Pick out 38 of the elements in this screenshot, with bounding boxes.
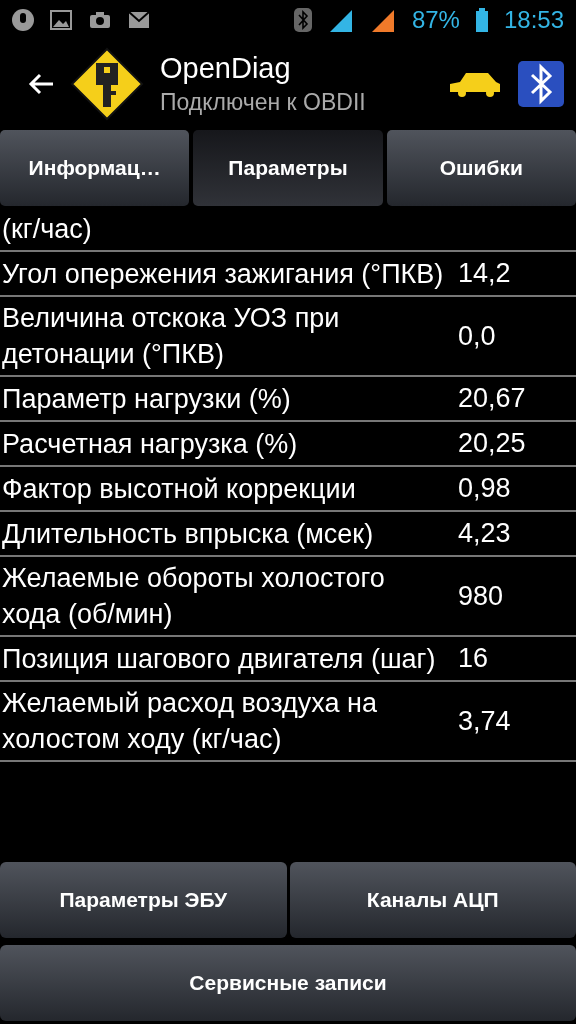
back-arrow-icon[interactable]: [28, 73, 54, 95]
adc-channels-button[interactable]: Каналы АЦП: [289, 862, 576, 938]
image-icon: [50, 10, 72, 30]
parameter-name: Величина отскока УОЗ при детонации (°ПКВ): [1, 302, 341, 371]
parameter-value: 20,67: [457, 383, 526, 414]
key-sign-icon: [70, 47, 144, 121]
bluetooth-icon[interactable]: [518, 61, 564, 107]
parameter-value: 4,23: [457, 518, 511, 549]
parameter-name: Фактор высотной коррекции: [1, 472, 357, 506]
tab[interactable]: Параметры: [193, 130, 383, 206]
app-title: OpenDiag: [160, 52, 292, 85]
parameter-value: 20,25: [457, 428, 526, 459]
tab[interactable]: Ошибки: [386, 130, 576, 206]
ecu-parameters-button[interactable]: Параметры ЭБУ: [0, 862, 287, 938]
parameter-name: Длительность впрыска (мсек): [1, 517, 375, 551]
connection-status: Подключен к OBDII: [160, 89, 367, 116]
parameter-name: Желаемые обороты холостого хода (об/мин): [1, 562, 386, 631]
parameter-value: 16: [457, 643, 489, 674]
parameter-name: Расчетная нагрузка (%): [1, 427, 299, 461]
parameter-name: Угол опережения зажигания (°ПКВ): [1, 257, 445, 291]
parameter-value: 980: [457, 580, 504, 612]
service-records-button[interactable]: Сервисные записи: [0, 945, 576, 1021]
tab[interactable]: Информац…: [0, 130, 190, 206]
parameter-name: Позиция шагового двигателя (шаг): [1, 642, 437, 676]
battery-icon: [475, 8, 488, 32]
mail-icon: [128, 11, 150, 29]
parameter-value: 14,2: [457, 258, 511, 289]
parameter-value: 3,74: [457, 705, 511, 737]
parameter-value: 0,98: [457, 473, 511, 504]
clock: 18:53: [503, 6, 564, 34]
car-icon[interactable]: [448, 70, 502, 98]
bluetooth-icon: [293, 8, 312, 32]
camera-icon: [88, 10, 112, 30]
parameter-name: Желаемый расход воздуха на холостом ходу (кг/час): [1, 687, 378, 756]
battery-percent: 87%: [411, 6, 460, 34]
parameter-name: (кг/час): [1, 213, 93, 246]
parameter-value: 0,0: [457, 320, 496, 352]
parameter-name: Параметр нагрузки (%): [1, 382, 292, 416]
